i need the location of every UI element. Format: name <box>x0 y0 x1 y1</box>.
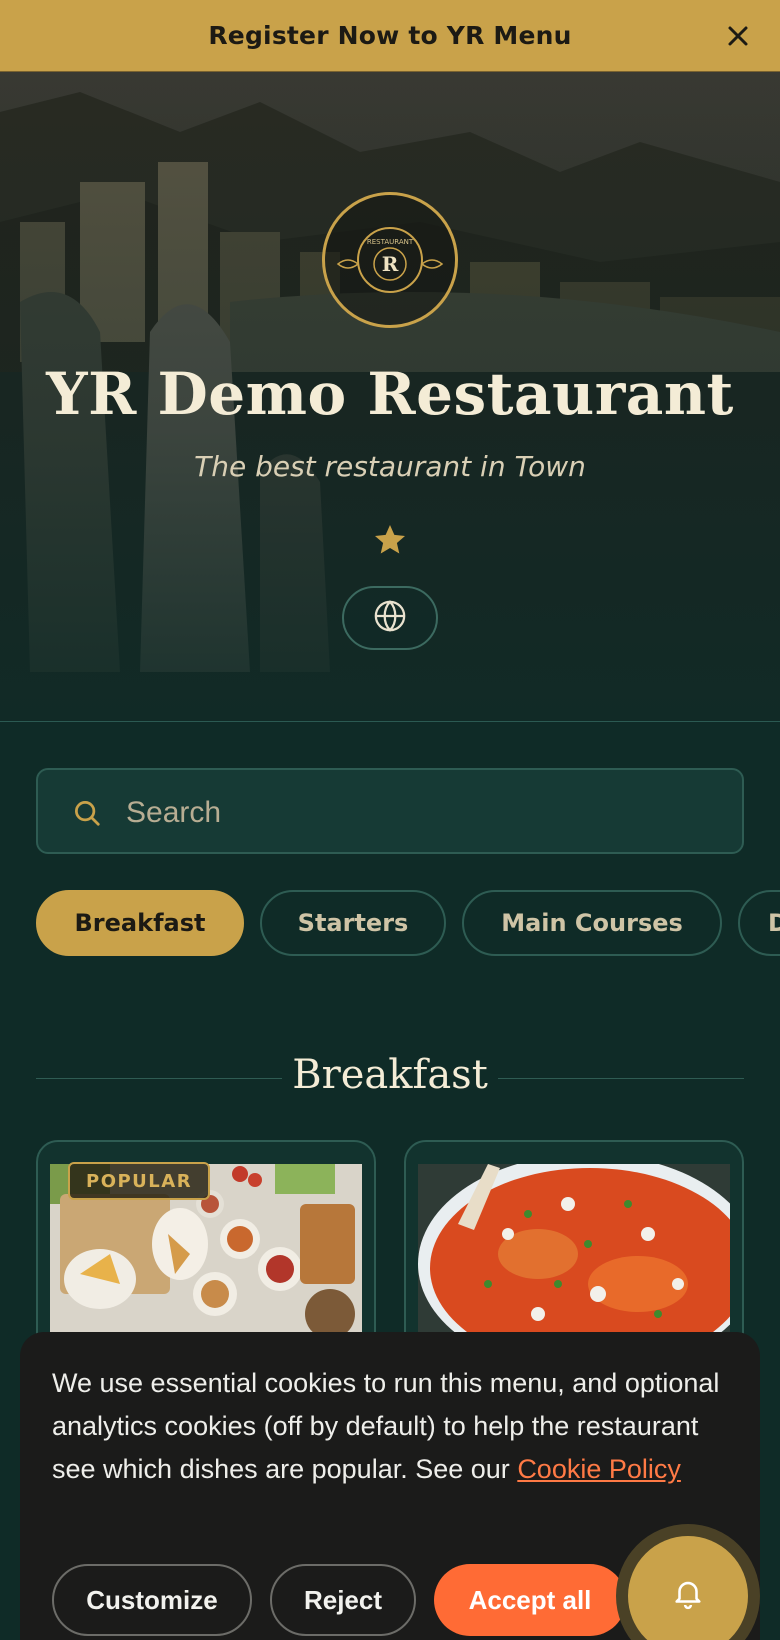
cookie-policy-link[interactable]: Cookie Policy <box>517 1454 681 1484</box>
language-button[interactable] <box>342 586 438 650</box>
hero-section: R RESTAURANT YR Demo Restaurant The best… <box>0 72 780 722</box>
register-banner-text[interactable]: Register Now to YR Menu <box>208 21 571 50</box>
cookie-message: We use essential cookies to run this men… <box>52 1362 732 1491</box>
tab-starters[interactable]: Starters <box>260 890 446 956</box>
close-icon[interactable] <box>724 22 752 50</box>
bell-icon <box>671 1576 705 1615</box>
reject-button[interactable]: Reject <box>270 1564 416 1636</box>
star-icon <box>372 522 408 558</box>
svg-text:R: R <box>382 252 399 276</box>
svg-text:RESTAURANT: RESTAURANT <box>367 238 414 246</box>
section-heading: Breakfast <box>36 1052 744 1104</box>
tab-breakfast[interactable]: Breakfast <box>36 890 244 956</box>
register-banner[interactable]: Register Now to YR Menu <box>0 0 780 72</box>
restaurant-name: YR Demo Restaurant <box>46 360 734 428</box>
popular-badge: POPULAR <box>68 1162 211 1200</box>
tab-main-courses[interactable]: Main Courses <box>462 890 722 956</box>
accept-all-button[interactable]: Accept all <box>434 1564 626 1636</box>
search-bar[interactable] <box>36 768 744 854</box>
category-tabs: Breakfast Starters Main Courses D <box>36 890 780 956</box>
globe-icon <box>373 599 407 638</box>
tab-next-category[interactable]: D <box>738 890 780 956</box>
section-title: Breakfast <box>292 1052 488 1098</box>
restaurant-logo: R RESTAURANT <box>322 192 458 328</box>
restaurant-tagline: The best restaurant in Town <box>194 450 586 483</box>
customize-button[interactable]: Customize <box>52 1564 252 1636</box>
search-input[interactable] <box>126 788 716 838</box>
search-icon <box>72 798 102 828</box>
